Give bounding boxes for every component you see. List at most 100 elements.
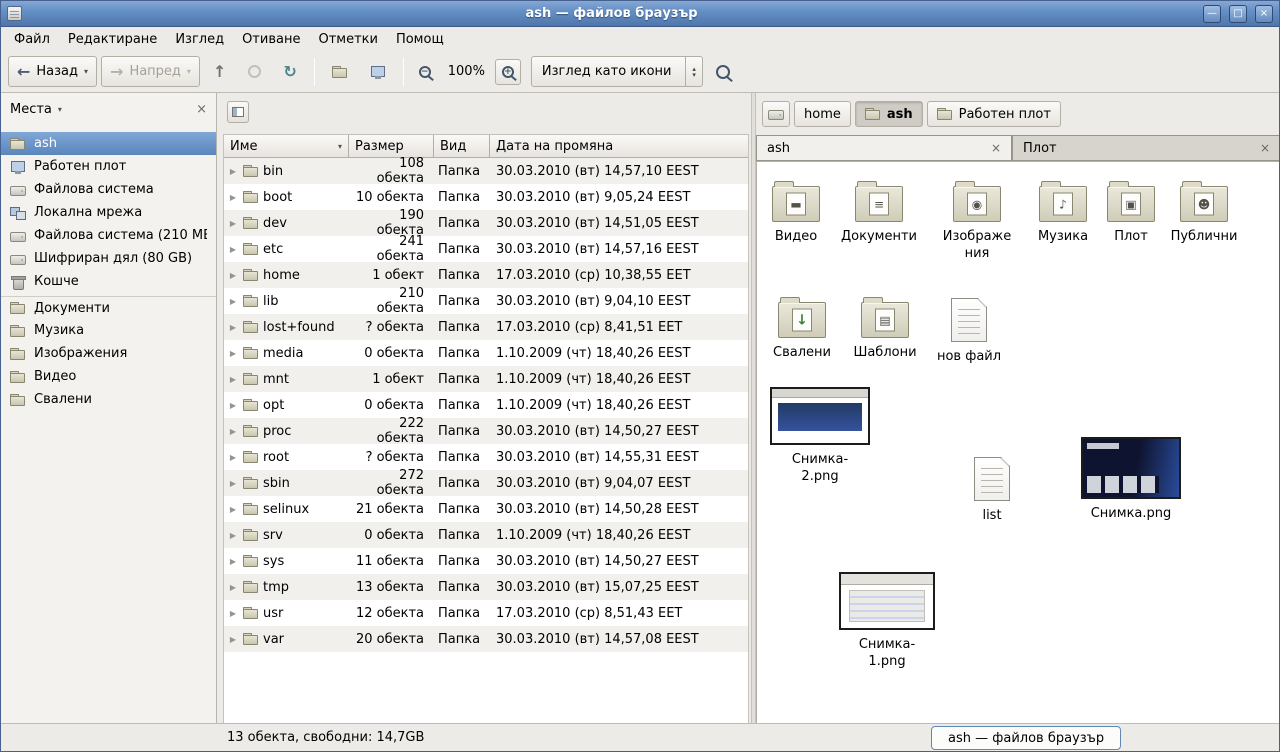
sidebar-item[interactable]: Видео	[1, 365, 216, 388]
pathbar-root-button[interactable]	[762, 101, 790, 127]
search-button[interactable]	[707, 56, 739, 87]
tab-close-icon[interactable]: ×	[1260, 141, 1270, 155]
sidebar-combo-caret-icon[interactable]: ▾	[58, 105, 62, 114]
menu-item[interactable]: Помощ	[387, 29, 453, 50]
view-mode-select[interactable]: Изглед като икони ▴▾	[531, 56, 703, 87]
sidebar-item[interactable]: ash	[1, 132, 216, 155]
table-row[interactable]: ▶ etc 241 обекта Папка 30.03.2010 (вт) 1…	[224, 236, 748, 262]
icon-view[interactable]: ▬ Видео ≡ Документи ◉ Изображения ♪	[756, 161, 1280, 723]
up-button[interactable]: ↑	[204, 56, 235, 87]
table-row[interactable]: ▶ opt 0 обекта Папка 1.10.2009 (чт) 18,4…	[224, 392, 748, 418]
maximize-button[interactable]: □	[1229, 5, 1247, 23]
back-dropdown-icon[interactable]: ▾	[84, 67, 88, 76]
expander-icon[interactable]: ▶	[227, 635, 239, 644]
expander-icon[interactable]: ▶	[227, 297, 239, 306]
close-button[interactable]: ×	[1255, 5, 1273, 23]
sidebar-item[interactable]: Документи	[1, 296, 216, 319]
sidebar-item[interactable]: Локална мрежа	[1, 201, 216, 224]
menu-item[interactable]: Редактиране	[59, 29, 166, 50]
expander-icon[interactable]: ▶	[227, 167, 239, 176]
sidebar-item[interactable]: Кошче	[1, 270, 216, 293]
computer-button[interactable]	[361, 56, 395, 87]
expander-icon[interactable]: ▶	[227, 557, 239, 566]
table-row[interactable]: ▶ sbin 272 обекта Папка 30.03.2010 (вт) …	[224, 470, 748, 496]
home-button[interactable]	[323, 56, 357, 87]
pathbar-button-ash[interactable]: ash	[855, 101, 923, 127]
table-row[interactable]: ▶ lib 210 обекта Папка 30.03.2010 (вт) 9…	[224, 288, 748, 314]
icon-item-new-file[interactable]: нов файл	[933, 298, 1005, 365]
expander-icon[interactable]: ▶	[227, 505, 239, 514]
sidebar-item[interactable]: Музика	[1, 319, 216, 342]
table-row[interactable]: ▶ mnt 1 обект Папка 1.10.2009 (чт) 18,40…	[224, 366, 748, 392]
table-row[interactable]: ▶ media 0 обекта Папка 1.10.2009 (чт) 18…	[224, 340, 748, 366]
sidebar-item[interactable]: Файлова система (210 MB)	[1, 224, 216, 247]
sidebar-item[interactable]: Файлова система	[1, 178, 216, 201]
menu-item[interactable]: Файл	[5, 29, 59, 50]
table-row[interactable]: ▶ lost+found ? обекта Папка 17.03.2010 (…	[224, 314, 748, 340]
sidebar-item[interactable]: Шифриран дял (80 GB)	[1, 247, 216, 270]
table-row[interactable]: ▶ srv 0 обекта Папка 1.10.2009 (чт) 18,4…	[224, 522, 748, 548]
icon-item-video[interactable]: ▬ Видео	[760, 178, 832, 245]
sidebar-title[interactable]: Места	[10, 102, 52, 117]
icon-item-music[interactable]: ♪ Музика	[1031, 178, 1095, 245]
expander-icon[interactable]: ▶	[227, 427, 239, 436]
column-header-name[interactable]: Име ▾	[224, 135, 349, 158]
reload-button[interactable]: ↻	[274, 56, 305, 87]
expander-icon[interactable]: ▶	[227, 245, 239, 254]
icon-item-pictures[interactable]: ◉ Изображения	[935, 178, 1019, 262]
table-row[interactable]: ▶ bin 108 обекта Папка 30.03.2010 (вт) 1…	[224, 158, 748, 184]
expander-icon[interactable]: ▶	[227, 531, 239, 540]
expander-icon[interactable]: ▶	[227, 323, 239, 332]
icon-item-templates[interactable]: ▤ Шаблони	[849, 294, 921, 361]
table-row[interactable]: ▶ sys 11 обекта Папка 30.03.2010 (вт) 14…	[224, 548, 748, 574]
table-row[interactable]: ▶ home 1 обект Папка 17.03.2010 (ср) 10,…	[224, 262, 748, 288]
sidebar-item[interactable]: Свалени	[1, 388, 216, 411]
sidebar-close-icon[interactable]: ×	[196, 102, 207, 117]
back-button[interactable]: ← Назад ▾	[8, 56, 97, 87]
pathbar-button-home[interactable]: home	[794, 101, 851, 127]
table-row[interactable]: ▶ boot 10 обекта Папка 30.03.2010 (вт) 9…	[224, 184, 748, 210]
expander-icon[interactable]: ▶	[227, 401, 239, 410]
column-header-date[interactable]: Дата на промяна	[490, 135, 748, 158]
menu-item[interactable]: Отиване	[233, 29, 309, 50]
icon-item-snimka-1[interactable]: Снимка-1.png	[839, 572, 935, 670]
expander-icon[interactable]: ▶	[227, 375, 239, 384]
table-row[interactable]: ▶ dev 190 обекта Папка 30.03.2010 (вт) 1…	[224, 210, 748, 236]
pane-toggle-button[interactable]	[227, 101, 249, 123]
column-header-size[interactable]: Размер	[349, 135, 434, 158]
forward-button[interactable]: → Напред ▾	[101, 56, 200, 87]
taskbar-window-button[interactable]: ash — файлов браузър	[931, 726, 1121, 750]
sidebar-item[interactable]: Работен плот	[1, 155, 216, 178]
icon-item-list[interactable]: list	[970, 457, 1014, 524]
pathbar-button-desktop[interactable]: Работен плот	[927, 101, 1061, 127]
icon-item-documents[interactable]: ≡ Документи	[839, 178, 919, 245]
icon-item-desktop[interactable]: ▣ Плот	[1103, 178, 1159, 245]
table-row[interactable]: ▶ tmp 13 обекта Папка 30.03.2010 (вт) 15…	[224, 574, 748, 600]
table-row[interactable]: ▶ usr 12 обекта Папка 17.03.2010 (ср) 8,…	[224, 600, 748, 626]
icon-item-snimka-2[interactable]: Снимка-2.png	[770, 387, 870, 485]
table-row[interactable]: ▶ selinux 21 обекта Папка 30.03.2010 (вт…	[224, 496, 748, 522]
icon-item-snimka[interactable]: Снимка.png	[1081, 437, 1181, 522]
expander-icon[interactable]: ▶	[227, 583, 239, 592]
sidebar-item[interactable]: Изображения	[1, 342, 216, 365]
menu-item[interactable]: Изглед	[166, 29, 233, 50]
expander-icon[interactable]: ▶	[227, 609, 239, 618]
expander-icon[interactable]: ▶	[227, 349, 239, 358]
expander-icon[interactable]: ▶	[227, 453, 239, 462]
stop-button[interactable]	[239, 56, 270, 87]
icon-item-downloads[interactable]: ↓ Свалени	[766, 294, 838, 361]
tab-plot[interactable]: Плот ×	[1012, 135, 1280, 160]
expander-icon[interactable]: ▶	[227, 219, 239, 228]
expander-icon[interactable]: ▶	[227, 271, 239, 280]
table-row[interactable]: ▶ var 20 обекта Папка 30.03.2010 (вт) 14…	[224, 626, 748, 652]
table-row[interactable]: ▶ proc 222 обекта Папка 30.03.2010 (вт) …	[224, 418, 748, 444]
minimize-button[interactable]: —	[1203, 5, 1221, 23]
table-row[interactable]: ▶ root ? обекта Папка 30.03.2010 (вт) 14…	[224, 444, 748, 470]
tab-ash[interactable]: ash ×	[756, 135, 1012, 160]
tab-close-icon[interactable]: ×	[991, 141, 1001, 155]
icon-item-public[interactable]: ☻ Публични	[1168, 178, 1240, 245]
column-header-type[interactable]: Вид	[434, 135, 490, 158]
zoom-out-button[interactable]: −	[412, 59, 438, 85]
expander-icon[interactable]: ▶	[227, 193, 239, 202]
zoom-in-button[interactable]: +	[495, 59, 521, 85]
